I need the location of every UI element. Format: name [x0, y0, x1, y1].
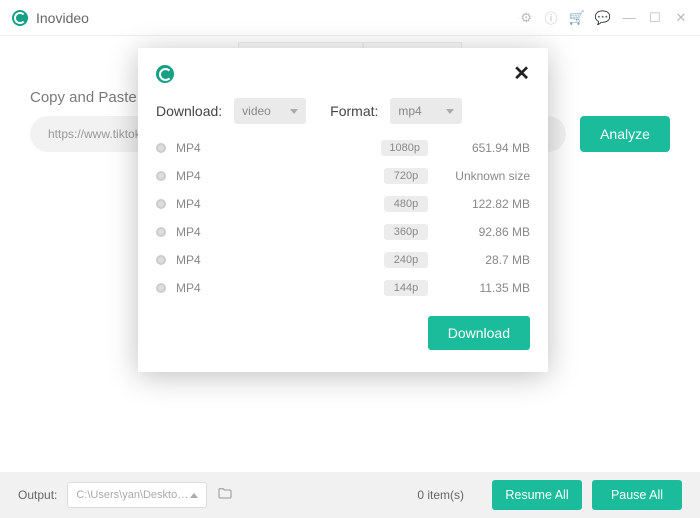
- format-size: 11.35 MB: [438, 281, 530, 295]
- resolution-badge: 1080p: [381, 140, 428, 156]
- format-name: MP4: [176, 281, 374, 295]
- download-type-label: Download:: [156, 103, 222, 119]
- resolution-badge: 360p: [384, 224, 428, 240]
- titlebar: Inovideo ⚙ ⓘ 🛒 💬 — ☐ ✕: [0, 0, 700, 36]
- format-size: 28.7 MB: [438, 253, 530, 267]
- close-icon[interactable]: ✕: [513, 64, 530, 84]
- resolution-badge: 480p: [384, 196, 428, 212]
- format-row[interactable]: MP4 360p 92.86 MB: [156, 222, 530, 242]
- radio-icon[interactable]: [156, 227, 166, 237]
- radio-icon[interactable]: [156, 143, 166, 153]
- bottombar: Output: C:\Users\yan\Desktop\te... 0 ite…: [0, 472, 700, 518]
- format-name: MP4: [176, 225, 374, 239]
- minimize-icon[interactable]: —: [622, 11, 636, 25]
- output-label: Output:: [18, 488, 57, 502]
- format-row[interactable]: MP4 480p 122.82 MB: [156, 194, 530, 214]
- chevron-down-icon: [290, 109, 298, 114]
- format-row[interactable]: MP4 240p 28.7 MB: [156, 250, 530, 270]
- radio-icon[interactable]: [156, 255, 166, 265]
- app-title: Inovideo: [36, 10, 518, 26]
- feedback-icon[interactable]: 💬: [596, 11, 610, 25]
- format-type-select[interactable]: mp4: [390, 98, 462, 124]
- info-icon[interactable]: ⓘ: [544, 11, 558, 25]
- format-modal: ✕ Download: video Format: mp4 MP4 1080p …: [138, 48, 548, 372]
- format-type-label: Format:: [330, 103, 378, 119]
- analyze-button[interactable]: Analyze: [580, 116, 670, 152]
- resolution-badge: 240p: [384, 252, 428, 268]
- download-button[interactable]: Download: [428, 316, 530, 350]
- format-type-value: mp4: [398, 104, 421, 118]
- format-size: 651.94 MB: [438, 141, 530, 155]
- modal-logo-icon: [156, 65, 174, 83]
- format-name: MP4: [176, 253, 374, 267]
- close-window-icon[interactable]: ✕: [674, 11, 688, 25]
- titlebar-icons: ⚙ ⓘ 🛒 💬 — ☐ ✕: [518, 11, 688, 25]
- resolution-badge: 720p: [384, 168, 428, 184]
- chevron-down-icon: [446, 109, 454, 114]
- chevron-up-icon: [190, 493, 198, 498]
- format-size: 122.82 MB: [438, 197, 530, 211]
- format-name: MP4: [176, 169, 374, 183]
- format-name: MP4: [176, 141, 371, 155]
- format-row[interactable]: MP4 144p 11.35 MB: [156, 278, 530, 298]
- app-logo-icon: [12, 10, 28, 26]
- download-type-select[interactable]: video: [234, 98, 306, 124]
- format-list: MP4 1080p 651.94 MB MP4 720p Unknown siz…: [156, 138, 530, 298]
- format-size: Unknown size: [438, 169, 530, 183]
- radio-icon[interactable]: [156, 283, 166, 293]
- items-count: 0 item(s): [417, 488, 464, 502]
- pause-all-button[interactable]: Pause All: [592, 480, 682, 510]
- format-name: MP4: [176, 197, 374, 211]
- radio-icon[interactable]: [156, 171, 166, 181]
- format-row[interactable]: MP4 1080p 651.94 MB: [156, 138, 530, 158]
- output-path-value: C:\Users\yan\Desktop\te...: [76, 489, 190, 501]
- resolution-badge: 144p: [384, 280, 428, 296]
- maximize-icon[interactable]: ☐: [648, 11, 662, 25]
- modal-header: ✕: [156, 64, 530, 84]
- radio-icon[interactable]: [156, 199, 166, 209]
- format-size: 92.86 MB: [438, 225, 530, 239]
- format-row[interactable]: MP4 720p Unknown size: [156, 166, 530, 186]
- cart-icon[interactable]: 🛒: [570, 11, 584, 25]
- resume-all-button[interactable]: Resume All: [492, 480, 582, 510]
- download-type-value: video: [242, 104, 271, 118]
- selectors: Download: video Format: mp4: [156, 98, 530, 124]
- output-path-select[interactable]: C:\Users\yan\Desktop\te...: [67, 482, 207, 508]
- open-folder-icon[interactable]: [217, 486, 233, 505]
- settings-gear-icon[interactable]: ⚙: [518, 11, 532, 25]
